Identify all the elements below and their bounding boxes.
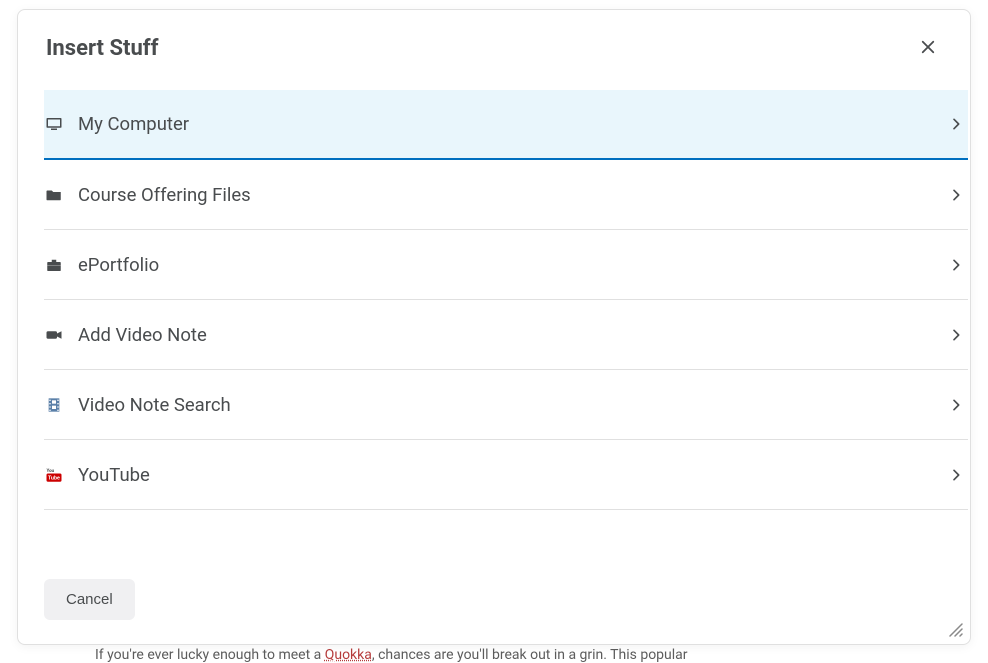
list-item-add-video-note[interactable]: Add Video Note xyxy=(44,300,968,370)
briefcase-icon xyxy=(44,255,64,275)
chevron-right-icon xyxy=(946,114,966,134)
list-item-my-computer[interactable]: My Computer xyxy=(44,90,968,160)
list-item-course-offering-files[interactable]: Course Offering Files xyxy=(44,160,968,230)
close-icon xyxy=(919,38,937,59)
list-item-label: My Computer xyxy=(78,113,946,135)
youtube-icon: You Tube xyxy=(44,465,64,485)
dialog-title: Insert Stuff xyxy=(46,36,159,61)
list-item-label: Video Note Search xyxy=(78,394,946,416)
list-item-video-note-search[interactable]: Video Note Search xyxy=(44,370,968,440)
cancel-button[interactable]: Cancel xyxy=(44,579,135,620)
video-camera-icon xyxy=(44,325,64,345)
list-item-youtube[interactable]: You Tube YouTube xyxy=(44,440,968,510)
chevron-right-icon xyxy=(946,395,966,415)
chevron-right-icon xyxy=(946,185,966,205)
backdrop-link: Quokka xyxy=(325,647,372,663)
backdrop-text-after: , chances are you'll break out in a grin… xyxy=(372,647,688,663)
list-item-eportfolio[interactable]: ePortfolio xyxy=(44,230,968,300)
list-item-label: Course Offering Files xyxy=(78,184,946,206)
list-item-label: ePortfolio xyxy=(78,254,946,276)
insert-stuff-dialog: Insert Stuff My Computer Course Offering… xyxy=(17,9,971,645)
scroll-spacer xyxy=(44,510,968,563)
dialog-header: Insert Stuff xyxy=(18,10,970,74)
chevron-right-icon xyxy=(946,465,966,485)
film-strip-icon xyxy=(44,395,64,415)
computer-icon xyxy=(44,114,64,134)
svg-text:You: You xyxy=(47,468,55,474)
chevron-right-icon xyxy=(946,325,966,345)
list-item-label: Add Video Note xyxy=(78,324,946,346)
dialog-footer: Cancel xyxy=(18,563,970,644)
backdrop-text-before: If you're ever lucky enough to meet a xyxy=(95,647,325,663)
dialog-body: My Computer Course Offering Files ePortf… xyxy=(18,74,968,563)
chevron-right-icon xyxy=(946,255,966,275)
backdrop-text: If you're ever lucky enough to meet a Qu… xyxy=(95,647,688,663)
close-button[interactable] xyxy=(914,34,942,62)
list-item-label: YouTube xyxy=(78,464,946,486)
resize-handle[interactable] xyxy=(948,622,964,638)
folder-icon xyxy=(44,185,64,205)
svg-text:Tube: Tube xyxy=(48,475,60,481)
